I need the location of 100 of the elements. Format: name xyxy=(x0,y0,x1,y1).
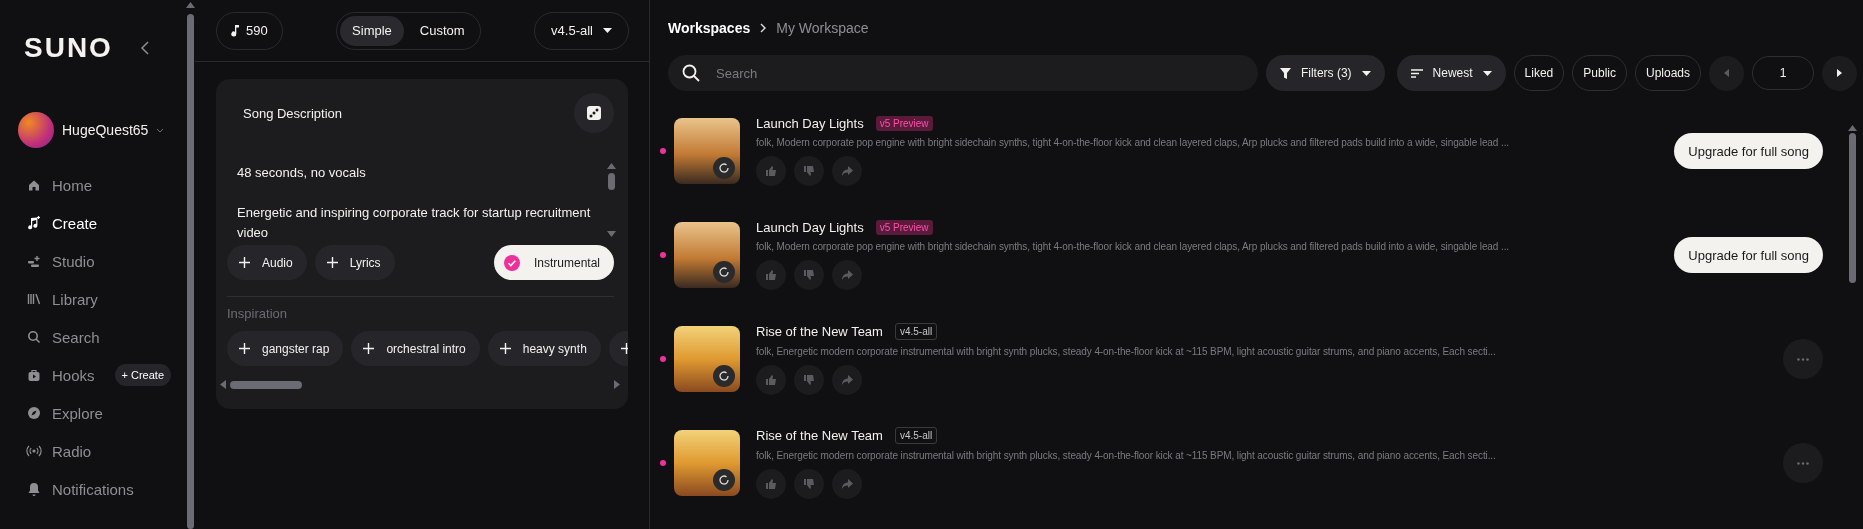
plus-icon xyxy=(239,257,250,268)
thumbs-up-icon xyxy=(764,477,778,491)
more-icon xyxy=(1797,357,1809,361)
version-tag: v4.5-all xyxy=(894,427,938,444)
share-button[interactable] xyxy=(832,260,862,290)
thumbs-down-icon xyxy=(802,164,816,178)
new-dot xyxy=(660,252,666,258)
suggestion-chip[interactable]: orchestral intro xyxy=(351,331,480,366)
search-bar[interactable]: Search xyxy=(668,55,1258,91)
song-title[interactable]: Rise of the New Team xyxy=(756,324,883,339)
search-icon xyxy=(26,329,42,345)
music-note-icon xyxy=(231,24,240,37)
scroll-down-icon[interactable] xyxy=(607,231,616,237)
nav-item[interactable]: Search xyxy=(26,328,100,346)
music-note-icon xyxy=(26,215,42,231)
nav-item[interactable]: Home xyxy=(26,176,92,194)
nav-item[interactable]: Radio xyxy=(26,442,92,460)
share-arrow-icon xyxy=(840,477,854,491)
compass-icon xyxy=(26,405,42,421)
share-arrow-icon xyxy=(840,373,854,387)
cover-image[interactable] xyxy=(674,118,740,184)
nav-item[interactable]: Explore xyxy=(26,404,103,422)
thumbs-up-icon xyxy=(764,373,778,387)
search-field[interactable]: Search xyxy=(714,64,1244,82)
search-icon xyxy=(682,64,700,82)
loading-icon xyxy=(713,469,735,491)
nav-item[interactable]: Studio xyxy=(26,252,95,270)
dislike-button[interactable] xyxy=(794,469,824,499)
scroll-up-icon[interactable] xyxy=(186,2,195,8)
like-button[interactable] xyxy=(756,260,786,290)
caret-right-icon xyxy=(1837,69,1842,77)
chevron-down-icon[interactable] xyxy=(156,127,165,133)
song-title[interactable]: Launch Day Lights xyxy=(756,220,864,235)
scroll-left-icon[interactable] xyxy=(220,380,226,389)
new-dot xyxy=(660,148,666,154)
thumbs-up-icon xyxy=(764,268,778,282)
new-dot xyxy=(660,460,666,466)
loading-icon xyxy=(713,365,735,387)
song-description: folk, Modern corporate pop engine with bright sidechain synths, tight 4-on-the-floor kick and clean layered claps, Arp plucks and filtered pads build into a wide, singable lead ... xyxy=(756,241,1510,252)
section-title: Song Description xyxy=(243,105,342,121)
cover-image[interactable] xyxy=(674,326,740,392)
avatar[interactable] xyxy=(18,112,54,148)
add-button[interactable]: Audio xyxy=(227,245,307,280)
mode-tab[interactable]: Simple xyxy=(340,15,404,46)
song-description: folk, Energetic modern corporate instrumental with bright synth plucks, steady 4-on-the-floor kick at ~115 BPM, light acoustic guitar strums, and piano accents, Each secti... xyxy=(756,346,1497,357)
nav-item[interactable]: Notifications xyxy=(26,480,134,498)
like-button[interactable] xyxy=(756,469,786,499)
bag-play-icon xyxy=(26,367,42,383)
song-title[interactable]: Launch Day Lights xyxy=(756,116,864,131)
chevron-right-icon xyxy=(760,23,767,33)
new-dot xyxy=(660,356,666,362)
filter-icon xyxy=(1279,67,1291,79)
plus-icon xyxy=(363,343,375,354)
share-button[interactable] xyxy=(832,365,862,395)
scroll-up-icon[interactable] xyxy=(1848,125,1857,131)
logo[interactable]: SUNO xyxy=(24,32,113,64)
caret-left-icon xyxy=(1724,69,1729,77)
like-button[interactable] xyxy=(756,156,786,186)
suggestion-chip[interactable]: heavy synth xyxy=(487,331,601,366)
loading-icon xyxy=(713,157,735,179)
page-field[interactable]: 1 xyxy=(1752,56,1814,90)
create-hook-button[interactable]: + Create xyxy=(114,364,172,386)
scrollbar-thumb[interactable] xyxy=(1849,133,1856,283)
sort-icon xyxy=(1410,68,1423,78)
dislike-button[interactable] xyxy=(794,260,824,290)
scrollbar-thumb[interactable] xyxy=(608,173,615,190)
nav-item[interactable]: Hooks xyxy=(26,366,95,384)
add-button[interactable]: Lyrics xyxy=(314,245,395,280)
song-description: folk, Energetic modern corporate instrumental with bright synth plucks, steady 4-on-the-floor kick at ~115 BPM, light acoustic guitar strums, and piano accents, Each secti... xyxy=(756,450,1497,461)
dislike-button[interactable] xyxy=(794,156,824,186)
scrollbar-thumb[interactable] xyxy=(187,14,194,529)
share-arrow-icon xyxy=(840,164,854,178)
upgrade-button[interactable]: Upgrade for full song xyxy=(1674,237,1823,273)
instrumental-toggle[interactable]: Instrumental xyxy=(493,245,614,280)
plus-icon xyxy=(239,343,250,354)
breadcrumb-link[interactable]: Workspaces xyxy=(668,20,751,36)
cover-image[interactable] xyxy=(674,222,740,288)
filters-dropdown[interactable]: Filters (3) xyxy=(1265,55,1385,91)
sort-dropdown[interactable]: Newest xyxy=(1396,55,1506,91)
nav-item[interactable]: Library xyxy=(26,290,98,308)
caret-icon xyxy=(603,28,612,33)
song-description: folk, Modern corporate pop engine with bright sidechain synths, tight 4-on-the-floor kick and clean layered claps, Arp plucks and filtered pads build into a wide, singable lead ... xyxy=(756,137,1510,148)
scroll-up-icon[interactable] xyxy=(607,163,616,169)
collapse-icon[interactable] xyxy=(140,41,149,55)
plus-icon xyxy=(499,343,511,354)
user-name[interactable]: HugeQuest65 xyxy=(62,122,149,138)
share-button[interactable] xyxy=(832,156,862,186)
cover-image[interactable] xyxy=(674,430,740,496)
scroll-right-icon[interactable] xyxy=(614,380,620,389)
mode-tab[interactable]: Custom xyxy=(407,15,477,46)
random-button[interactable] xyxy=(574,93,614,133)
suggestion-chip[interactable]: gangster rap xyxy=(227,331,344,366)
song-title[interactable]: Rise of the New Team xyxy=(756,428,883,443)
dislike-button[interactable] xyxy=(794,365,824,395)
scrollbar-thumb[interactable] xyxy=(230,380,302,389)
share-button[interactable] xyxy=(832,469,862,499)
nav-item[interactable]: Create xyxy=(26,214,98,232)
upgrade-button[interactable]: Upgrade for full song xyxy=(1674,133,1823,169)
thumbs-down-icon xyxy=(802,373,816,387)
like-button[interactable] xyxy=(756,365,786,395)
